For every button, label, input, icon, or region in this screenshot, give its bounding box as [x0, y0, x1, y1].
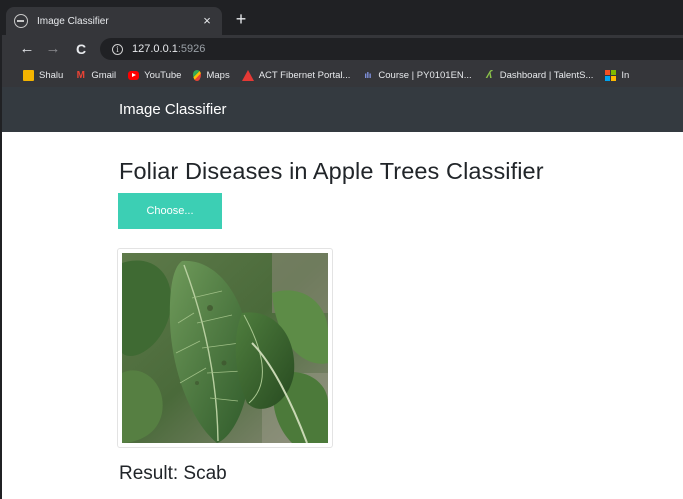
- bookmark-act-fibernet[interactable]: ACT Fibernet Portal...: [241, 69, 351, 81]
- bookmark-shalu[interactable]: Shalu: [23, 69, 64, 81]
- window-frame-edge: [0, 0, 2, 499]
- choose-file-button[interactable]: Choose...: [118, 193, 222, 229]
- bookmark-dashboard[interactable]: ʎ Dashboard | TalentS...: [484, 68, 594, 81]
- result-label: Result: Scab: [119, 463, 227, 484]
- bookmark-label: Shalu: [39, 69, 64, 81]
- gmail-icon: M: [76, 69, 85, 81]
- leaf-photo: [122, 253, 328, 443]
- bookmark-in[interactable]: In: [605, 69, 630, 81]
- bookmark-label: Maps: [206, 69, 230, 81]
- browser-tab-strip: Image Classifier × +: [0, 0, 683, 35]
- bookmark-label: In: [621, 69, 630, 81]
- browser-toolbar: ← → C i 127.0.0.1:5926: [0, 35, 683, 63]
- navbar-brand[interactable]: Image Classifier: [119, 101, 227, 118]
- bookmark-gmail[interactable]: M Gmail: [75, 70, 116, 81]
- tab-title: Image Classifier: [37, 15, 109, 27]
- bookmark-course[interactable]: ılı Course | PY0101EN...: [362, 69, 472, 81]
- maps-icon: [193, 69, 202, 81]
- dashboard-icon: ʎ: [486, 68, 493, 81]
- page-title: Foliar Diseases in Apple Trees Classifie…: [119, 158, 544, 184]
- folder-icon: [23, 69, 34, 81]
- act-icon: [241, 69, 254, 81]
- url-port: :5926: [177, 43, 206, 55]
- youtube-icon: [128, 70, 140, 80]
- address-bar[interactable]: i 127.0.0.1:5926: [100, 38, 683, 60]
- browser-tab[interactable]: Image Classifier ×: [6, 7, 222, 35]
- bookmark-label: Dashboard | TalentS...: [499, 69, 594, 81]
- bookmark-label: YouTube: [144, 69, 182, 81]
- bookmark-youtube[interactable]: YouTube: [128, 70, 181, 81]
- course-icon: ılı: [364, 70, 372, 80]
- bookmark-label: Gmail: [91, 69, 117, 81]
- app-navbar: Image Classifier: [0, 87, 683, 132]
- bookmark-maps[interactable]: Maps: [193, 69, 230, 81]
- bookmarks-bar: Shalu M Gmail YouTube Maps ACT Fibernet …: [0, 63, 683, 87]
- close-icon[interactable]: ×: [200, 14, 214, 28]
- forward-button[interactable]: →: [44, 39, 62, 59]
- bookmark-label: Course | PY0101EN...: [378, 69, 472, 81]
- globe-icon: [14, 14, 28, 28]
- apple-leaf-image: [117, 248, 333, 448]
- back-button[interactable]: ←: [18, 39, 36, 59]
- microsoft-icon: [605, 69, 617, 81]
- new-tab-button[interactable]: +: [232, 10, 250, 28]
- site-info-icon[interactable]: i: [112, 43, 123, 55]
- bookmark-label: ACT Fibernet Portal...: [258, 69, 351, 81]
- reload-button[interactable]: C: [72, 39, 90, 59]
- url-host: 127.0.0.1: [132, 43, 178, 55]
